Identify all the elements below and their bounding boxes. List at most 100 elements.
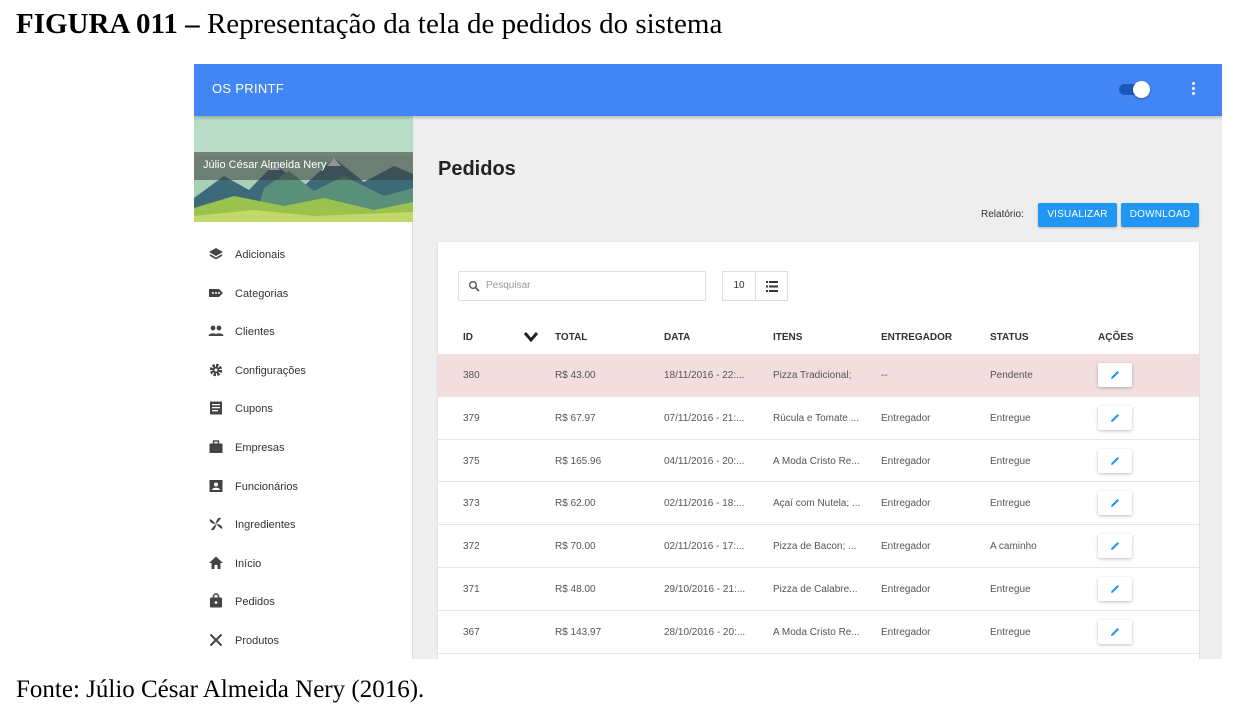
sidebar-item-label: Produtos	[235, 634, 280, 647]
sidebar-item-label: Início	[235, 557, 262, 570]
edit-button[interactable]	[1098, 491, 1132, 516]
user-strip: Júlio César Almeida Nery	[194, 152, 413, 180]
cell-id: 380	[463, 370, 480, 381]
figure-caption-text: Representação da tela de pedidos do sist…	[199, 8, 723, 40]
cell-status: Pendente	[990, 370, 1033, 381]
cell-itens: Pizza de Calabre...	[773, 583, 858, 595]
profile-banner: Júlio César Almeida Nery	[194, 116, 413, 222]
view-report-button[interactable]: VISUALIZAR	[1038, 203, 1117, 227]
cell-itens: A Moda Cristo Re...	[773, 626, 860, 638]
sidebar-item-label: Configurações	[235, 364, 306, 377]
report-label: Relatório:	[981, 209, 1024, 220]
sidebar-item-adicionais[interactable]: Adicionais	[194, 246, 413, 285]
column-header-itens[interactable]: ITENS	[773, 332, 869, 343]
figure-caption-number: FIGURA 011 –	[16, 8, 200, 40]
cell-id: 375	[463, 455, 480, 467]
theme-toggle[interactable]	[1119, 81, 1151, 98]
search-placeholder: Pesquisar	[486, 280, 531, 291]
column-header-entregador[interactable]: ENTREGADOR	[881, 332, 981, 343]
sidebar-item-categorias[interactable]: Categorias	[194, 285, 413, 324]
column-header-data[interactable]: DATA	[664, 332, 756, 343]
chevron-down-icon[interactable]	[524, 331, 538, 343]
toggle-knob	[1133, 81, 1150, 98]
app-bar: OS PRINTF	[194, 64, 1222, 116]
edit-button[interactable]	[1098, 405, 1132, 430]
badge-icon	[209, 479, 223, 492]
table-row[interactable]: 371 R$ 48.00 29/10/2016 - 21:... Pizza d…	[438, 568, 1199, 611]
pencil-icon	[1111, 584, 1119, 593]
edit-button[interactable]	[1098, 619, 1132, 644]
cell-total: R$ 67.97	[555, 412, 596, 424]
cell-entregador: Entregador	[881, 583, 931, 595]
cell-status: Entregue	[990, 498, 1031, 510]
orders-card: Pesquisar 10 ID TOTAL DATA ITENS ENTREGA…	[438, 242, 1199, 659]
column-header-id[interactable]: ID	[463, 332, 523, 343]
cell-itens: Pizza de Bacon; ...	[773, 541, 857, 553]
page-size-select[interactable]: 10	[722, 271, 756, 301]
pinwheel-icon	[209, 517, 223, 531]
column-header-acoes: AÇÕES	[1098, 332, 1134, 343]
column-header-total[interactable]: TOTAL	[555, 332, 655, 343]
sidebar-item-label: Cupons	[235, 403, 273, 416]
table-row[interactable]: 379 R$ 67.97 07/11/2016 - 21:... Rúcula …	[438, 397, 1199, 440]
app-screen: OS PRINTF Júlio César Almeida Nery Adici…	[194, 64, 1222, 659]
sidebar-item-produtos[interactable]: Produtos	[194, 632, 413, 659]
sidebar-item-label: Funcionários	[235, 480, 298, 493]
cell-data: 02/11/2016 - 18:...	[664, 498, 745, 510]
cell-status: Entregue	[990, 455, 1031, 467]
pencil-icon	[1111, 627, 1119, 636]
cell-entregador: --	[881, 370, 888, 381]
cell-id: 379	[463, 412, 480, 424]
sidebar-item-inicio[interactable]: Início	[194, 555, 413, 594]
sidebar-item-configuracoes[interactable]: Configurações	[194, 362, 413, 401]
sidebar-item-clientes[interactable]: Clientes	[194, 323, 413, 362]
table-row[interactable]: 367 R$ 143.97 28/10/2016 - 20:... A Moda…	[438, 611, 1199, 654]
cell-total: R$ 48.00	[555, 583, 596, 595]
pencil-icon	[1111, 413, 1119, 422]
edit-button[interactable]	[1098, 363, 1132, 387]
cell-data: 02/11/2016 - 17:...	[664, 541, 745, 553]
search-icon	[469, 281, 480, 292]
cell-id: 371	[463, 583, 480, 595]
edit-button[interactable]	[1098, 576, 1132, 601]
cell-itens: A Moda Cristo Re...	[773, 455, 860, 467]
cell-data: 07/11/2016 - 21:...	[664, 412, 745, 424]
more-vert-icon[interactable]	[1189, 80, 1197, 100]
cell-data: 29/10/2016 - 21:...	[664, 583, 746, 595]
search-input[interactable]: Pesquisar	[458, 271, 706, 301]
pencil-icon	[1111, 499, 1119, 508]
figure-caption: FIGURA 011 – Representação da tela de pe…	[16, 8, 722, 41]
user-name: Júlio César Almeida Nery	[203, 159, 327, 171]
cell-data: 18/11/2016 - 22:...	[664, 370, 745, 381]
edit-button[interactable]	[1098, 448, 1132, 473]
column-toggle-button[interactable]	[756, 271, 788, 301]
table-header: ID TOTAL DATA ITENS ENTREGADOR STATUS AÇ…	[438, 328, 1199, 354]
cell-itens: Rúcula e Tomate ...	[773, 412, 859, 424]
table-row[interactable]: 372 R$ 70.00 02/11/2016 - 17:... Pizza d…	[438, 525, 1199, 568]
cell-data: 28/10/2016 - 20:...	[664, 626, 746, 638]
pencil-icon	[1111, 456, 1119, 465]
table-row[interactable]: 380 R$ 43.00 18/11/2016 - 22:... Pizza T…	[438, 354, 1199, 397]
cell-entregador: Entregador	[881, 498, 931, 510]
cell-total: R$ 62.00	[555, 498, 596, 510]
cell-id: 367	[463, 626, 480, 638]
list-doc-icon	[210, 401, 222, 415]
sidebar-item-ingredientes[interactable]: Ingredientes	[194, 516, 413, 555]
sidebar-item-cupons[interactable]: Cupons	[194, 400, 413, 439]
download-report-button[interactable]: DOWNLOAD	[1121, 203, 1199, 227]
sidebar-item-empresas[interactable]: Empresas	[194, 439, 413, 478]
edit-button[interactable]	[1098, 534, 1132, 559]
column-header-status[interactable]: STATUS	[990, 332, 1090, 343]
sidebar-item-funcionarios[interactable]: Funcionários	[194, 478, 413, 517]
sidebar-item-pedidos[interactable]: Pedidos	[194, 593, 413, 632]
cell-id: 373	[463, 498, 480, 510]
cell-total: R$ 165.96	[555, 455, 602, 467]
table-row[interactable]: 375 R$ 165.96 04/11/2016 - 20:... A Moda…	[438, 440, 1199, 483]
cell-total: R$ 43.00	[555, 370, 596, 381]
table-row[interactable]: 373 R$ 62.00 02/11/2016 - 18:... Açaí co…	[438, 482, 1199, 526]
table-body: 380 R$ 43.00 18/11/2016 - 22:... Pizza T…	[438, 354, 1199, 654]
cell-id: 372	[463, 541, 480, 553]
cell-total: R$ 143.97	[555, 626, 602, 638]
main-content: Pedidos Relatório: VISUALIZAR DOWNLOAD P…	[413, 116, 1222, 659]
layers-icon	[209, 248, 223, 260]
